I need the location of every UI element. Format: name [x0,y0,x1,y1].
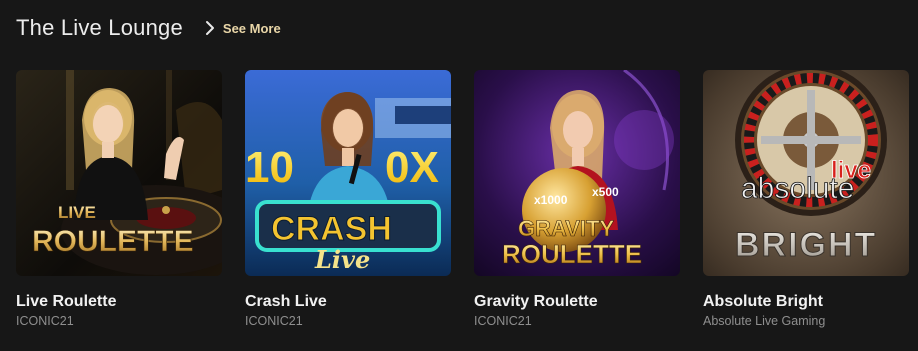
game-thumbnail[interactable]: absolute live BRIGHT [703,70,909,276]
game-title[interactable]: Live Roulette [16,293,222,311]
art-roulette-text: ROULETTE [32,225,194,258]
game-thumbnail[interactable]: LIVE ROULETTE [16,70,222,276]
game-thumbnail[interactable]: 10 0X CRASH Live [245,70,451,276]
game-title[interactable]: Crash Live [245,293,451,311]
crash-live-artwork: 10 0X CRASH Live [245,70,451,276]
art-live-text: LIVE [58,203,96,222]
art-bright-word: BRIGHT [735,226,877,264]
game-provider: ICONIC21 [245,314,303,328]
art-multiplier-right: 0X [385,143,439,192]
game-title[interactable]: Absolute Bright [703,293,909,311]
game-provider: ICONIC21 [16,314,74,328]
art-tag-x1000: x1000 [534,193,568,207]
art-live-word: live [831,157,871,184]
art-crash-sub: Live [314,245,370,274]
art-roulette-text: ROULETTE [502,239,642,269]
art-gravity-text: GRAVITY [518,216,614,241]
chevron-right-icon [205,21,214,35]
game-card-crash-live[interactable]: 10 0X CRASH Live Crash Live ICONIC21 [245,70,451,328]
art-multiplier-left: 10 [245,143,294,192]
art-tag-x500: x500 [592,185,619,199]
game-card-absolute-bright[interactable]: absolute live BRIGHT Absolute Bright Abs… [703,70,909,328]
see-more-label: See More [222,20,281,36]
game-card-gravity-roulette[interactable]: x1000 x500 GRAVITY ROULETTE Gravity Roul… [474,70,680,328]
game-grid: LIVE ROULETTE Live Roulette ICONIC21 10 … [16,70,909,328]
absolute-bright-artwork: absolute live BRIGHT [703,70,909,276]
game-title[interactable]: Gravity Roulette [474,293,680,311]
art-crash-logo: CRASH [271,210,392,248]
game-card-live-roulette[interactable]: LIVE ROULETTE Live Roulette ICONIC21 [16,70,222,328]
live-roulette-artwork: LIVE ROULETTE [16,70,222,276]
section-title: The Live Lounge [16,15,183,40]
gravity-roulette-artwork: x1000 x500 GRAVITY ROULETTE [474,70,680,276]
game-provider: ICONIC21 [474,314,532,328]
game-thumbnail[interactable]: x1000 x500 GRAVITY ROULETTE [474,70,680,276]
game-provider: Absolute Live Gaming [703,314,826,328]
see-more-link[interactable]: See More [205,20,281,36]
section-header: The Live Lounge See More [16,12,281,44]
